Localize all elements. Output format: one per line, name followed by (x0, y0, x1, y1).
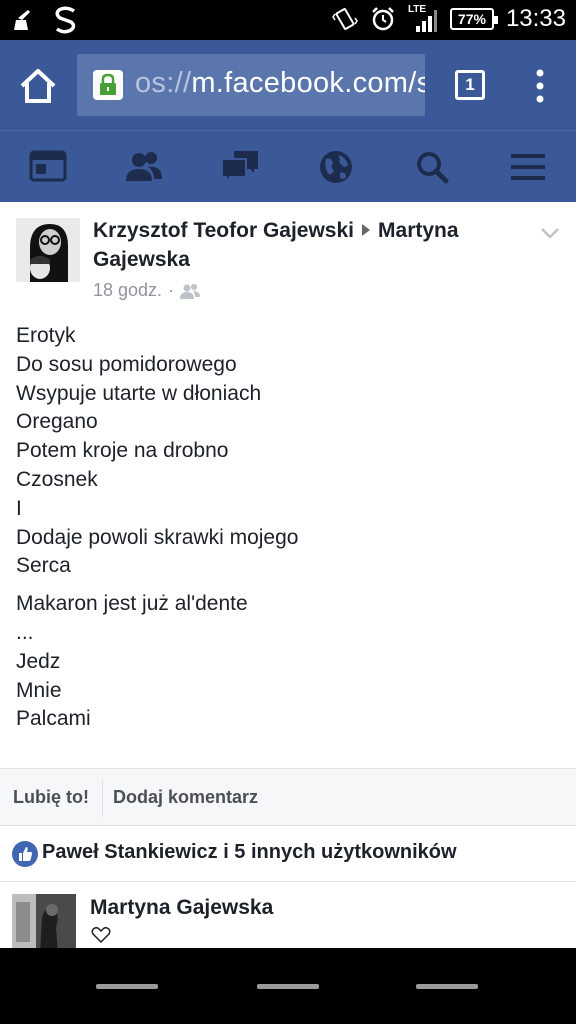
globe-icon[interactable] (316, 149, 356, 185)
post-line: Do sosu pomidorowego (16, 352, 237, 376)
chevron-down-icon[interactable] (540, 226, 560, 240)
post-line: Erotyk (16, 324, 76, 347)
like-button[interactable]: Lubię to! (13, 787, 89, 808)
likes-summary[interactable]: Paweł Stankiewicz i 5 innych użytkownikó… (0, 826, 576, 882)
url-domain: m.facebook.com/s (191, 67, 425, 99)
url-text: os://m.facebook.com/s (135, 67, 425, 100)
post-line: Serca (16, 554, 71, 578)
tab-count: 1 (465, 75, 475, 94)
separator-dot: · (168, 280, 175, 300)
friends-audience-icon (180, 283, 201, 299)
likes-text[interactable]: Paweł Stankiewicz i 5 innych użytkownikó… (42, 841, 457, 864)
action-divider (102, 779, 103, 817)
news-feed-icon[interactable] (28, 149, 68, 185)
commenter-name[interactable]: Martyna Gajewska (90, 896, 273, 920)
post-line: Dodaje powoli skrawki mojego (16, 525, 299, 549)
browser-toolbar: os://m.facebook.com/s 1 (0, 40, 576, 130)
hamburger-menu-icon[interactable] (508, 149, 548, 185)
post-line: Oregano (16, 410, 98, 434)
search-icon[interactable] (412, 149, 452, 185)
post-actions: Lubię to! Dodaj komentarz (0, 768, 576, 826)
author-avatar[interactable] (16, 218, 80, 282)
post-line: Jedz (16, 649, 61, 673)
signal-indicator: LTE (408, 4, 438, 34)
post-paragraph-1: Erotyk Do sosu pomidorowego Wsypuje utar… (16, 322, 556, 581)
post-body: Erotyk Do sosu pomidorowego Wsypuje utar… (16, 322, 556, 734)
home-button[interactable] (257, 984, 319, 989)
lock-icon (93, 70, 123, 100)
url-bar[interactable]: os://m.facebook.com/s (77, 54, 425, 116)
signal-icon (415, 10, 437, 32)
post-line: Czosnek (16, 467, 98, 491)
url-prefix: os:// (135, 67, 192, 99)
post-time[interactable]: 18 godz. (93, 280, 162, 301)
post-line: I (16, 496, 22, 520)
cleaner-icon (14, 10, 30, 30)
post-line: Potem kroje na drobno (16, 439, 229, 463)
recents-button[interactable] (416, 984, 478, 989)
post-header: Krzysztof Teofor Gajewski Martyna Gajewsk… (93, 216, 533, 274)
home-icon[interactable] (18, 66, 58, 106)
post-meta: 18 godz. · (93, 280, 201, 301)
overflow-menu-icon[interactable] (530, 68, 550, 104)
post-line: Mnie (16, 678, 62, 702)
friends-icon[interactable] (124, 149, 164, 185)
messages-icon[interactable] (220, 149, 260, 185)
back-button[interactable] (96, 984, 158, 989)
battery-level: 77% (457, 11, 486, 27)
arrow-right-icon (362, 224, 371, 237)
vibrate-icon (332, 8, 358, 30)
post-line: ... (16, 620, 34, 644)
post-line: Makaron jest już al'dente (16, 592, 248, 616)
facebook-nav-bar (0, 130, 576, 202)
comment-item: Martyna Gajewska (0, 882, 576, 954)
post-author[interactable]: Krzysztof Teofor Gajewski (93, 219, 354, 242)
battery-indicator: 77% (449, 8, 498, 30)
clock: 13:33 (505, 5, 566, 32)
heart-icon[interactable] (91, 926, 111, 944)
android-nav-bar (0, 948, 576, 1024)
thumbs-up-icon (12, 841, 38, 867)
post-line: Wsypuje utarte w dłoniach (16, 381, 262, 405)
s-app-icon (55, 6, 76, 34)
alarm-icon (372, 7, 394, 31)
status-bar: LTE 77% 13:33 (0, 0, 576, 40)
commenter-avatar[interactable] (12, 894, 76, 954)
post-line: Palcami (16, 707, 91, 731)
tabs-button[interactable]: 1 (455, 70, 485, 100)
post-paragraph-2: Makaron jest już al'dente ... Jedz Mnie … (16, 590, 556, 734)
comment-button[interactable]: Dodaj komentarz (113, 787, 258, 808)
